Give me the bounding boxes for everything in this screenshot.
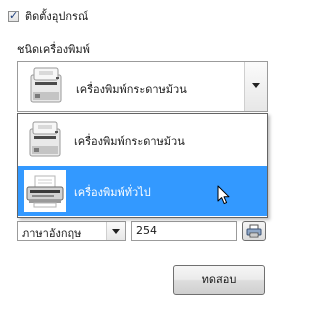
chevron-down-icon [252,83,260,88]
language-value: ภาษาอังกฤษ [22,227,82,240]
printer-option-receipt[interactable]: เครื่องพิมพ์กระดาษม้วน [18,115,267,165]
dot-matrix-printer-icon [24,170,66,212]
language-dropdown-button[interactable] [106,222,125,240]
print-button[interactable] [242,221,266,241]
number-field[interactable]: 254 [131,221,237,241]
printer-type-select[interactable]: เครื่องพิมพ์กระดาษม้วน [17,61,268,112]
printer-type-value: เครื่องพิมพ์กระดาษม้วน [76,83,187,96]
install-device-checkbox[interactable]: ✓ [8,8,19,22]
test-button[interactable]: ทดสอบ [173,265,265,295]
receipt-printer-icon [30,67,62,103]
mouse-cursor-icon [217,185,230,205]
chevron-down-icon [112,229,120,234]
language-select[interactable]: ภาษาอังกฤษ [17,221,126,241]
receipt-printer-icon [29,121,61,157]
install-device-label[interactable]: ติดตั้งอุปกรณ์ [25,7,88,25]
install-device-row[interactable]: ✓ ติดตั้งอุปกรณ์ [8,8,88,24]
printer-icon [246,224,262,238]
printer-type-label: ชนิดเครื่องพิมพ์ [17,43,90,56]
printer-option-label: เครื่องพิมพ์ทั่วไป [74,186,151,199]
printer-option-label: เครื่องพิมพ์กระดาษม้วน [74,135,185,148]
printer-type-dropdown-button[interactable] [244,62,267,111]
checkmark-icon: ✓ [9,8,19,22]
